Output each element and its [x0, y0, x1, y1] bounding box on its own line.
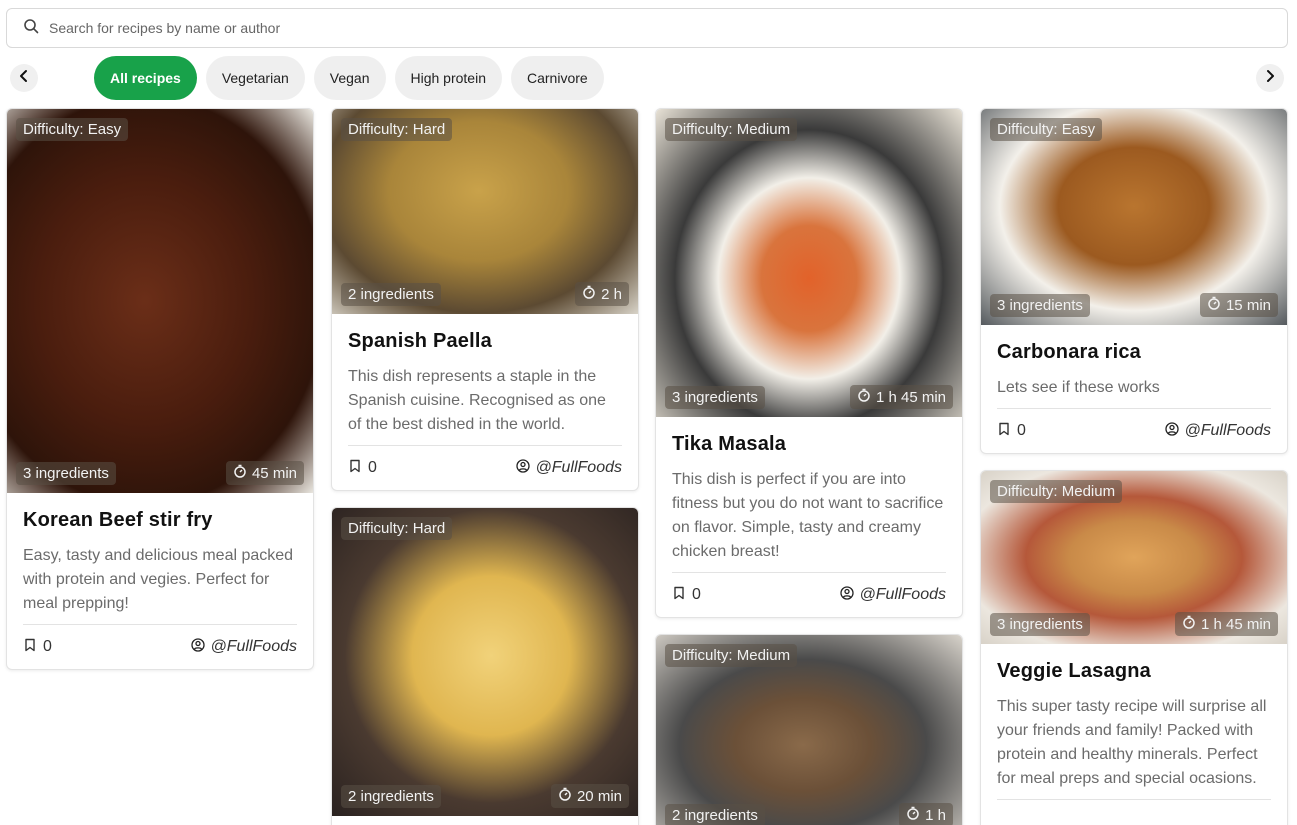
recipe-card[interactable]: Difficulty: Medium 3 ingredients 1 h 45 … [980, 470, 1288, 825]
timer-icon [582, 285, 596, 303]
filter-high-protein[interactable]: High protein [394, 56, 502, 100]
bookmark-icon [672, 586, 686, 605]
time-badge: 1 h 45 min [1174, 612, 1278, 636]
filter-all-recipes[interactable]: All recipes [94, 56, 197, 100]
user-circle-icon [1164, 421, 1179, 441]
ingredients-badge: 2 ingredients [665, 804, 765, 825]
recipe-card[interactable]: Difficulty: Medium 2 ingredients 1 h [655, 634, 963, 825]
time-label: 1 h 45 min [875, 388, 946, 406]
recipe-card[interactable]: Difficulty: Easy 3 ingredients 45 min Ko… [6, 108, 314, 670]
timer-icon [558, 787, 572, 805]
time-label: 2 h [601, 285, 622, 303]
recipe-card[interactable]: Difficulty: Hard 2 ingredients 2 h Spani… [331, 108, 639, 491]
ingredients-badge: 2 ingredients [341, 785, 441, 808]
save-button[interactable]: 0 [997, 422, 1026, 441]
time-badge: 20 min [550, 784, 629, 808]
time-badge: 1 h 45 min [849, 385, 953, 409]
difficulty-badge: Difficulty: Hard [341, 517, 453, 540]
recipe-description: This dish is perfect if you are into fit… [672, 468, 946, 573]
time-badge: 15 min [1199, 293, 1278, 317]
bookmark-icon [23, 638, 37, 657]
author-link[interactable]: @FullFoods [839, 585, 947, 605]
timer-icon [857, 388, 871, 406]
search-bar[interactable] [6, 8, 1288, 48]
timer-icon [906, 806, 920, 824]
timer-icon [1182, 615, 1196, 633]
recipe-image: Difficulty: Hard 2 ingredients 2 h [332, 109, 638, 314]
user-circle-icon [190, 637, 205, 657]
difficulty-badge: Difficulty: Easy [16, 118, 129, 141]
author-name: @FullFoods [859, 586, 947, 603]
recipe-image: Difficulty: Medium 2 ingredients 1 h [656, 635, 962, 825]
author-name: @FullFoods [535, 459, 623, 476]
filter-carnivore[interactable]: Carnivore [511, 56, 604, 100]
time-badge: 2 h [575, 282, 629, 306]
ingredients-badge: 3 ingredients [990, 294, 1090, 317]
timer-icon [233, 464, 247, 482]
filter-vegan[interactable]: Vegan [313, 56, 386, 100]
difficulty-badge: Difficulty: Medium [665, 644, 798, 667]
author-link[interactable]: @FullFoods [190, 637, 298, 657]
recipe-image: Difficulty: Medium 3 ingredients 1 h 45 … [981, 471, 1287, 644]
recipe-title[interactable]: Korean Beef stir fry [23, 509, 297, 532]
recipe-title[interactable]: Veggie Lasagna [997, 660, 1271, 683]
time-label: 15 min [1225, 296, 1271, 314]
difficulty-badge: Difficulty: Easy [990, 118, 1103, 141]
recipe-description: This dish represents a staple in the Spa… [348, 365, 622, 446]
difficulty-badge: Difficulty: Medium [990, 480, 1123, 503]
recipe-description: Lets see if these works [997, 376, 1271, 409]
scroll-right-button[interactable] [1256, 64, 1284, 92]
bookmark-icon [997, 422, 1011, 441]
author-name: @FullFoods [210, 638, 298, 655]
save-button[interactable]: 0 [23, 638, 52, 657]
category-filters: All recipes Vegetarian Vegan High protei… [94, 56, 604, 100]
time-label: 20 min [576, 787, 622, 805]
recipe-image: Difficulty: Easy 3 ingredients 45 min [7, 109, 313, 493]
recipe-title[interactable]: Tika Masala [672, 433, 946, 456]
time-label: 1 h 45 min [1200, 615, 1271, 633]
search-input[interactable] [49, 20, 1249, 36]
time-label: 45 min [251, 464, 297, 482]
difficulty-badge: Difficulty: Hard [341, 118, 453, 141]
save-count: 0 [1017, 422, 1026, 439]
recipe-description: This super tasty recipe will surprise al… [997, 695, 1271, 800]
author-link[interactable]: @FullFoods [515, 458, 623, 478]
author-name: @FullFoods [1184, 422, 1272, 439]
recipe-title[interactable]: Carbonara rica [997, 341, 1271, 364]
recipe-description: Easy, tasty and delicious meal packed wi… [23, 544, 297, 625]
ingredients-badge: 2 ingredients [341, 283, 441, 306]
save-button[interactable]: 0 [672, 586, 701, 605]
ingredients-badge: 3 ingredients [990, 613, 1090, 636]
recipe-card[interactable]: Difficulty: Medium 3 ingredients 1 h 45 … [655, 108, 963, 618]
save-count: 0 [43, 638, 52, 655]
recipe-card[interactable]: Difficulty: Easy 3 ingredients 15 min Ca… [980, 108, 1288, 454]
search-icon [23, 18, 39, 39]
save-count: 0 [692, 586, 701, 603]
user-circle-icon [839, 585, 854, 605]
time-badge: 45 min [225, 461, 304, 485]
ingredients-badge: 3 ingredients [665, 386, 765, 409]
recipe-image: Difficulty: Medium 3 ingredients 1 h 45 … [656, 109, 962, 417]
save-count: 0 [368, 459, 377, 476]
scroll-left-button[interactable] [10, 64, 38, 92]
chevron-right-icon [1263, 69, 1277, 88]
ingredients-badge: 3 ingredients [16, 462, 116, 485]
recipe-card[interactable]: Difficulty: Hard 2 ingredients 20 min [331, 507, 639, 825]
bookmark-icon [348, 459, 362, 478]
timer-icon [1207, 296, 1221, 314]
save-button[interactable]: 0 [348, 459, 377, 478]
difficulty-badge: Difficulty: Medium [665, 118, 798, 141]
time-badge: 1 h [899, 803, 953, 825]
recipe-image: Difficulty: Hard 2 ingredients 20 min [332, 508, 638, 816]
recipe-image: Difficulty: Easy 3 ingredients 15 min [981, 109, 1287, 325]
recipe-title[interactable]: Spanish Paella [348, 330, 622, 353]
user-circle-icon [515, 458, 530, 478]
filter-vegetarian[interactable]: Vegetarian [205, 56, 305, 100]
time-label: 1 h [925, 806, 946, 824]
chevron-left-icon [17, 69, 31, 88]
author-link[interactable]: @FullFoods [1164, 421, 1272, 441]
